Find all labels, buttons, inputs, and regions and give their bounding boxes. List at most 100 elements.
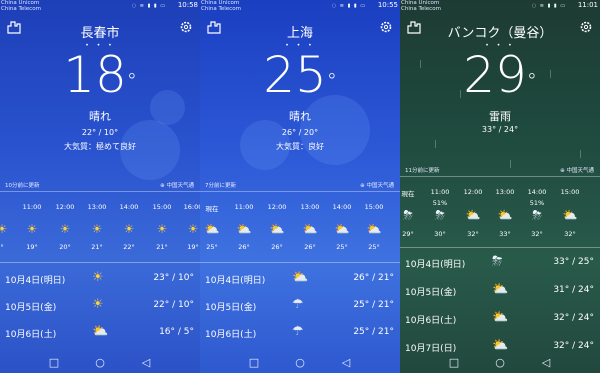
forecast-row[interactable]: 10月5日(金) ☀ 22° / 10°	[0, 297, 200, 317]
hour-label: 14:00	[527, 188, 547, 196]
forecast-range: 16° / 5°	[159, 327, 194, 337]
gear-icon[interactable]	[578, 20, 594, 36]
hourly-icons: ☀ ☀ ☀ ☀ ☀ ☀ ☀	[0, 222, 200, 238]
update-time: 7分前に更新	[205, 183, 236, 189]
partly-cloudy-icon: ⛅	[497, 208, 513, 222]
hour-label: 12:00	[463, 188, 483, 196]
divider	[0, 262, 200, 263]
partly-cloudy-icon: ⛅	[92, 324, 109, 339]
data-provider: ⊕ 中国天气通	[360, 183, 394, 189]
today-range: 33° / 24°	[481, 125, 519, 134]
forecast-row[interactable]: 10月6日(土) ☂ 25° / 21°	[200, 324, 400, 344]
hour-temp: 26°	[271, 243, 283, 251]
status-icons: ◌ ≋ ▮ ▮ ▭	[131, 3, 166, 9]
sun-icon: ☀	[123, 222, 135, 236]
partly-cloudy-icon: ⛅	[492, 282, 509, 297]
current-temperature: 25°	[200, 46, 400, 104]
forecast-day: 10月6日(土)	[405, 316, 457, 326]
hour-temp: 32°	[531, 230, 543, 238]
hour-label: 13:00	[300, 203, 320, 211]
carrier-name: China Telecom	[401, 6, 441, 12]
current-condition: 雷雨	[489, 110, 511, 123]
hour-label: 11:00	[22, 203, 42, 211]
sun-icon: ☀	[156, 222, 168, 236]
hour-temp: 32°	[564, 230, 576, 238]
forecast-row[interactable]: 10月4日(明日) ☀ 23° / 10°	[0, 270, 200, 290]
hour-label: 15:00	[364, 203, 384, 211]
forecast-row[interactable]: 10月6日(土) ⛅ 16° / 5°	[0, 324, 200, 344]
partly-cloudy-icon: ⛅	[492, 338, 509, 353]
forecast-row[interactable]: 10月6日(土) ⛅ 32° / 24°	[400, 310, 600, 330]
hour-label: 12:00	[55, 203, 75, 211]
hour-temp: 25°	[336, 243, 348, 251]
weather-screen-shanghai: China Unicom China Telecom ◌ ≋ ▮ ▮ ▭ 10:…	[200, 0, 400, 373]
forecast-day: 10月6日(土)	[5, 330, 57, 340]
divider	[0, 191, 200, 192]
status-clock: 10:58	[177, 1, 198, 9]
home-button[interactable]: ○	[495, 356, 505, 369]
forecast-day: 10月5日(金)	[205, 303, 257, 313]
recent-apps-button[interactable]: □	[249, 356, 259, 369]
status-bar: China Unicom China Telecom ◌ ≋ ▮ ▮ ▭ 10:…	[0, 0, 200, 12]
divider	[200, 191, 400, 192]
home-button[interactable]: ○	[295, 356, 305, 369]
gear-icon[interactable]	[178, 20, 194, 36]
hour-label: 14:00	[119, 203, 139, 211]
forecast-day: 10月5日(金)	[405, 288, 457, 298]
partly-cloudy-icon: ⛅	[334, 222, 350, 236]
recent-apps-button[interactable]: □	[49, 356, 59, 369]
partly-cloudy-icon: ⛅	[269, 222, 285, 236]
precip-chance: 51%	[529, 199, 545, 207]
hour-temp: 25°	[206, 243, 218, 251]
status-clock: 11:01	[577, 1, 598, 9]
weather-screen-bangkok: China Unicom China Telecom ◌ ≋ ▮ ▮ ▭ 11:…	[400, 0, 600, 373]
hour-label: 15:00	[152, 203, 172, 211]
navigation-bar: □ ○ ◁	[200, 353, 400, 373]
hour-temp: 26°	[304, 243, 316, 251]
forecast-range: 32° / 24°	[553, 313, 594, 323]
back-button[interactable]: ◁	[342, 356, 350, 369]
hour-temp: 22°	[123, 243, 135, 251]
forecast-row[interactable]: 10月5日(金) ☂ 25° / 21°	[200, 297, 400, 317]
update-time: 10分前に更新	[5, 183, 40, 189]
update-time: 11分前に更新	[405, 168, 440, 174]
current-condition: 晴れ	[289, 110, 311, 123]
sun-icon: ☀	[0, 222, 8, 236]
hour-temp: 30°	[434, 230, 446, 238]
forecast-range: 25° / 21°	[353, 300, 394, 310]
navigation-bar: □ ○ ◁	[0, 353, 200, 373]
hour-temp: 20°	[59, 243, 71, 251]
thunderstorm-icon: ⛈	[492, 254, 503, 269]
home-button[interactable]: ○	[95, 356, 105, 369]
navigation-bar: □ ○ ◁	[400, 353, 600, 373]
partly-cloudy-icon: ⛅	[562, 208, 578, 222]
sun-icon: ☀	[92, 270, 104, 285]
recent-apps-button[interactable]: □	[449, 356, 459, 369]
sun-icon: ☀	[26, 222, 38, 236]
back-button[interactable]: ◁	[542, 356, 550, 369]
carrier-labels: China Unicom China Telecom	[401, 0, 441, 12]
thunderstorm-icon: ⛈	[435, 208, 445, 222]
back-button[interactable]: ◁	[142, 356, 150, 369]
gear-icon[interactable]	[378, 20, 394, 36]
status-icons: ◌ ≋ ▮ ▮ ▭	[331, 3, 366, 9]
forecast-range: 33° / 25°	[553, 257, 594, 267]
forecast-range: 25° / 21°	[353, 327, 394, 337]
rain-icon: ☂	[292, 324, 304, 339]
forecast-range: 26° / 21°	[353, 273, 394, 283]
forecast-row[interactable]: 10月4日(明日) ⛈ 33° / 25°	[400, 254, 600, 274]
forecast-day: 10月4日(明日)	[405, 260, 466, 270]
air-quality: 大気質：良好	[276, 142, 324, 151]
hour-temp: 25°	[368, 243, 380, 251]
status-icons: ◌ ≋ ▮ ▮ ▭	[531, 3, 566, 9]
divider	[400, 247, 600, 248]
thunderstorm-icon: ⛈	[403, 208, 413, 222]
temperature-value: 29	[463, 46, 527, 104]
hour-temp: 32°	[467, 230, 479, 238]
carrier-labels: China Unicom China Telecom	[1, 0, 41, 12]
forecast-row[interactable]: 10月4日(明日) ⛅ 26° / 21°	[200, 270, 400, 290]
forecast-range: 32° / 24°	[553, 341, 594, 351]
rain-icon: ☂	[292, 297, 304, 312]
forecast-row[interactable]: 10月5日(金) ⛅ 31° / 24°	[400, 282, 600, 302]
hour-label: 12:00	[267, 203, 287, 211]
